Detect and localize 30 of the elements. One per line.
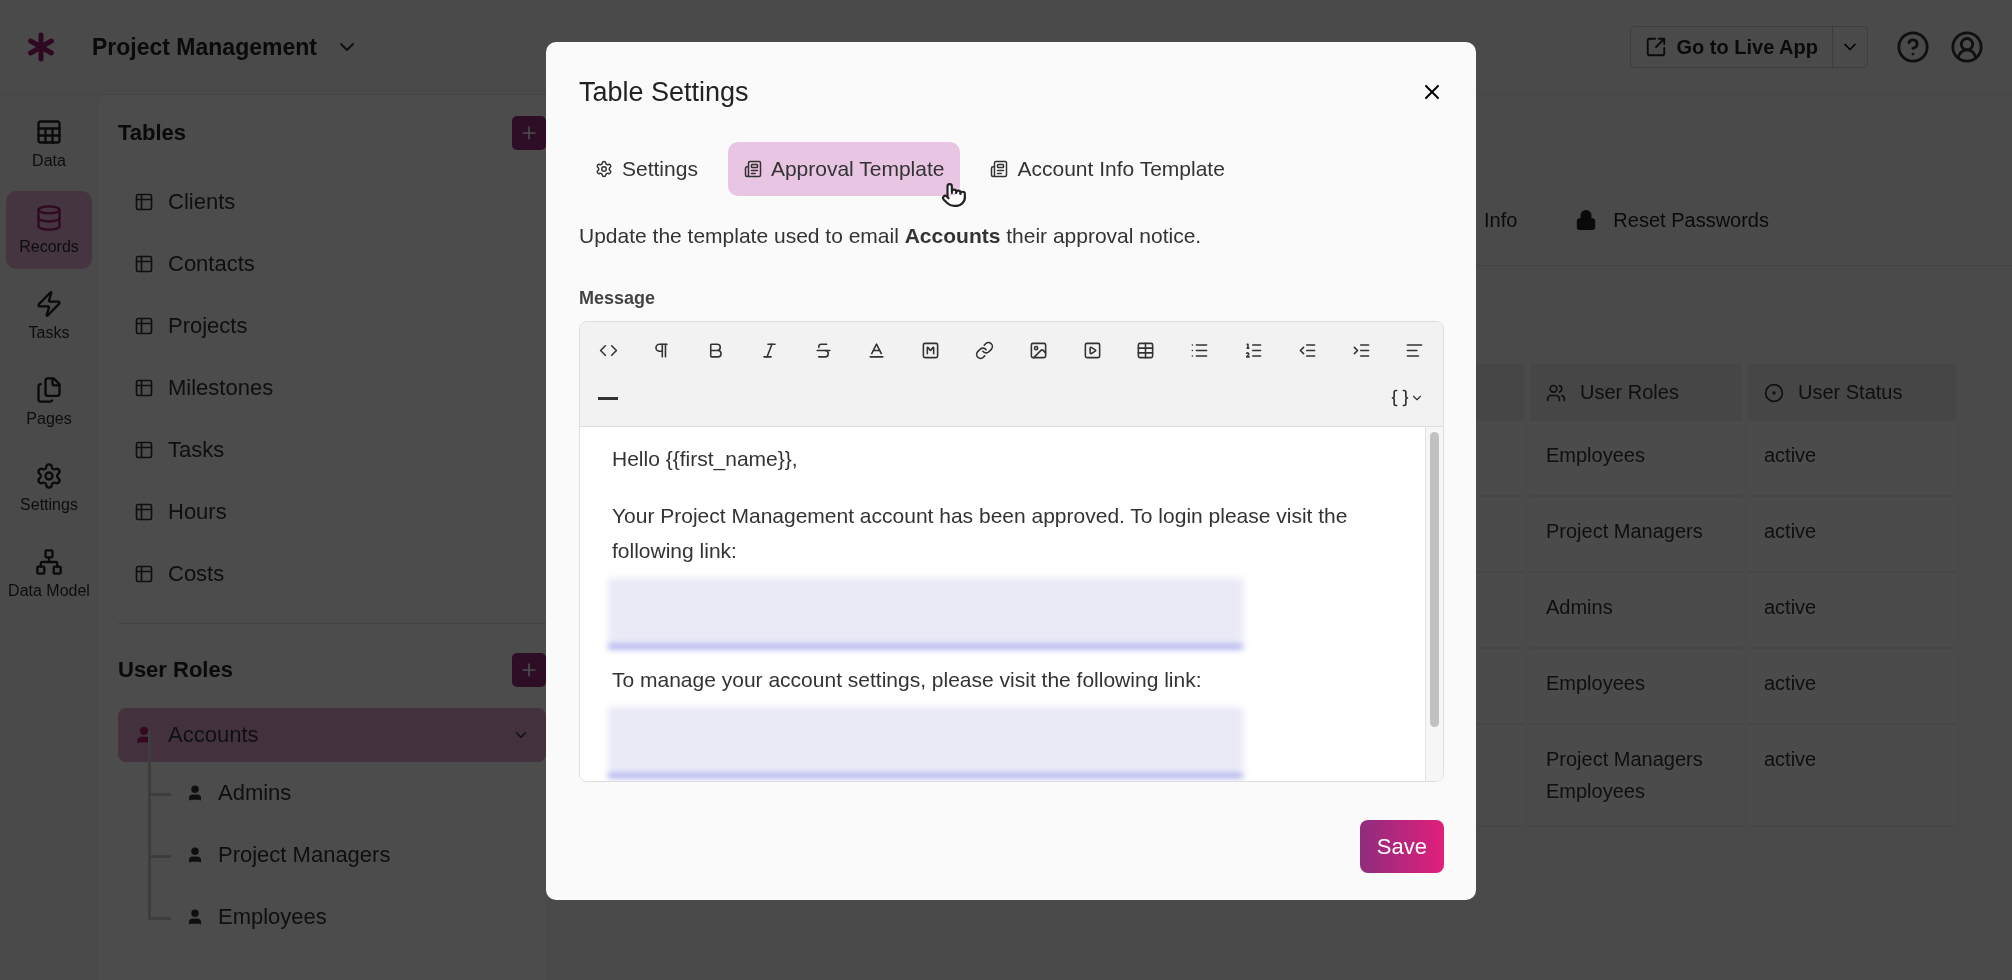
image-icon — [1028, 340, 1048, 360]
strikethrough-icon — [813, 340, 833, 360]
save-button[interactable]: Save — [1359, 820, 1444, 873]
paragraph: To manage your account settings, please visit the following link: — [612, 667, 1203, 693]
tab[interactable]: Info — [1484, 175, 1518, 265]
scrollbar[interactable] — [1425, 427, 1443, 781]
paragraph: Your Project Management account has been approved. To login please visit the following link: — [612, 503, 1349, 564]
panel-title: User Roles — [118, 657, 233, 683]
link-icon — [975, 340, 995, 360]
numbered-list-icon — [1244, 340, 1264, 360]
braces-icon — [1390, 388, 1410, 408]
video-icon — [1082, 340, 1102, 360]
gear-icon — [595, 160, 613, 178]
tab[interactable]: Account Info Template — [974, 142, 1241, 196]
table-icon — [1136, 340, 1156, 360]
field-label: Message — [579, 288, 657, 309]
highlight-icon — [921, 340, 941, 360]
newspaper-icon — [990, 160, 1009, 178]
tab[interactable]: Settings — [579, 142, 714, 196]
dialog-title: Table Settings — [579, 76, 749, 108]
hand-cursor-icon — [941, 182, 967, 208]
app-title: Project Management — [92, 33, 317, 61]
panel-title: Tables — [118, 120, 187, 146]
description: Update the template used to email Accounts their approval notice. — [579, 224, 1203, 248]
paragraph: Hello {{first_name}}, — [612, 446, 799, 473]
newspaper-icon — [743, 160, 762, 178]
tab[interactable]: Approval Template — [727, 142, 961, 196]
font-color-icon — [867, 340, 887, 360]
rich-text-editor[interactable]: Hello {{first_name}}, Your Project Management account has been approved. To login please visit the following link: To manage your account settings, please visit the following link: — [579, 321, 1444, 782]
horizontal-rule-icon — [598, 396, 618, 400]
